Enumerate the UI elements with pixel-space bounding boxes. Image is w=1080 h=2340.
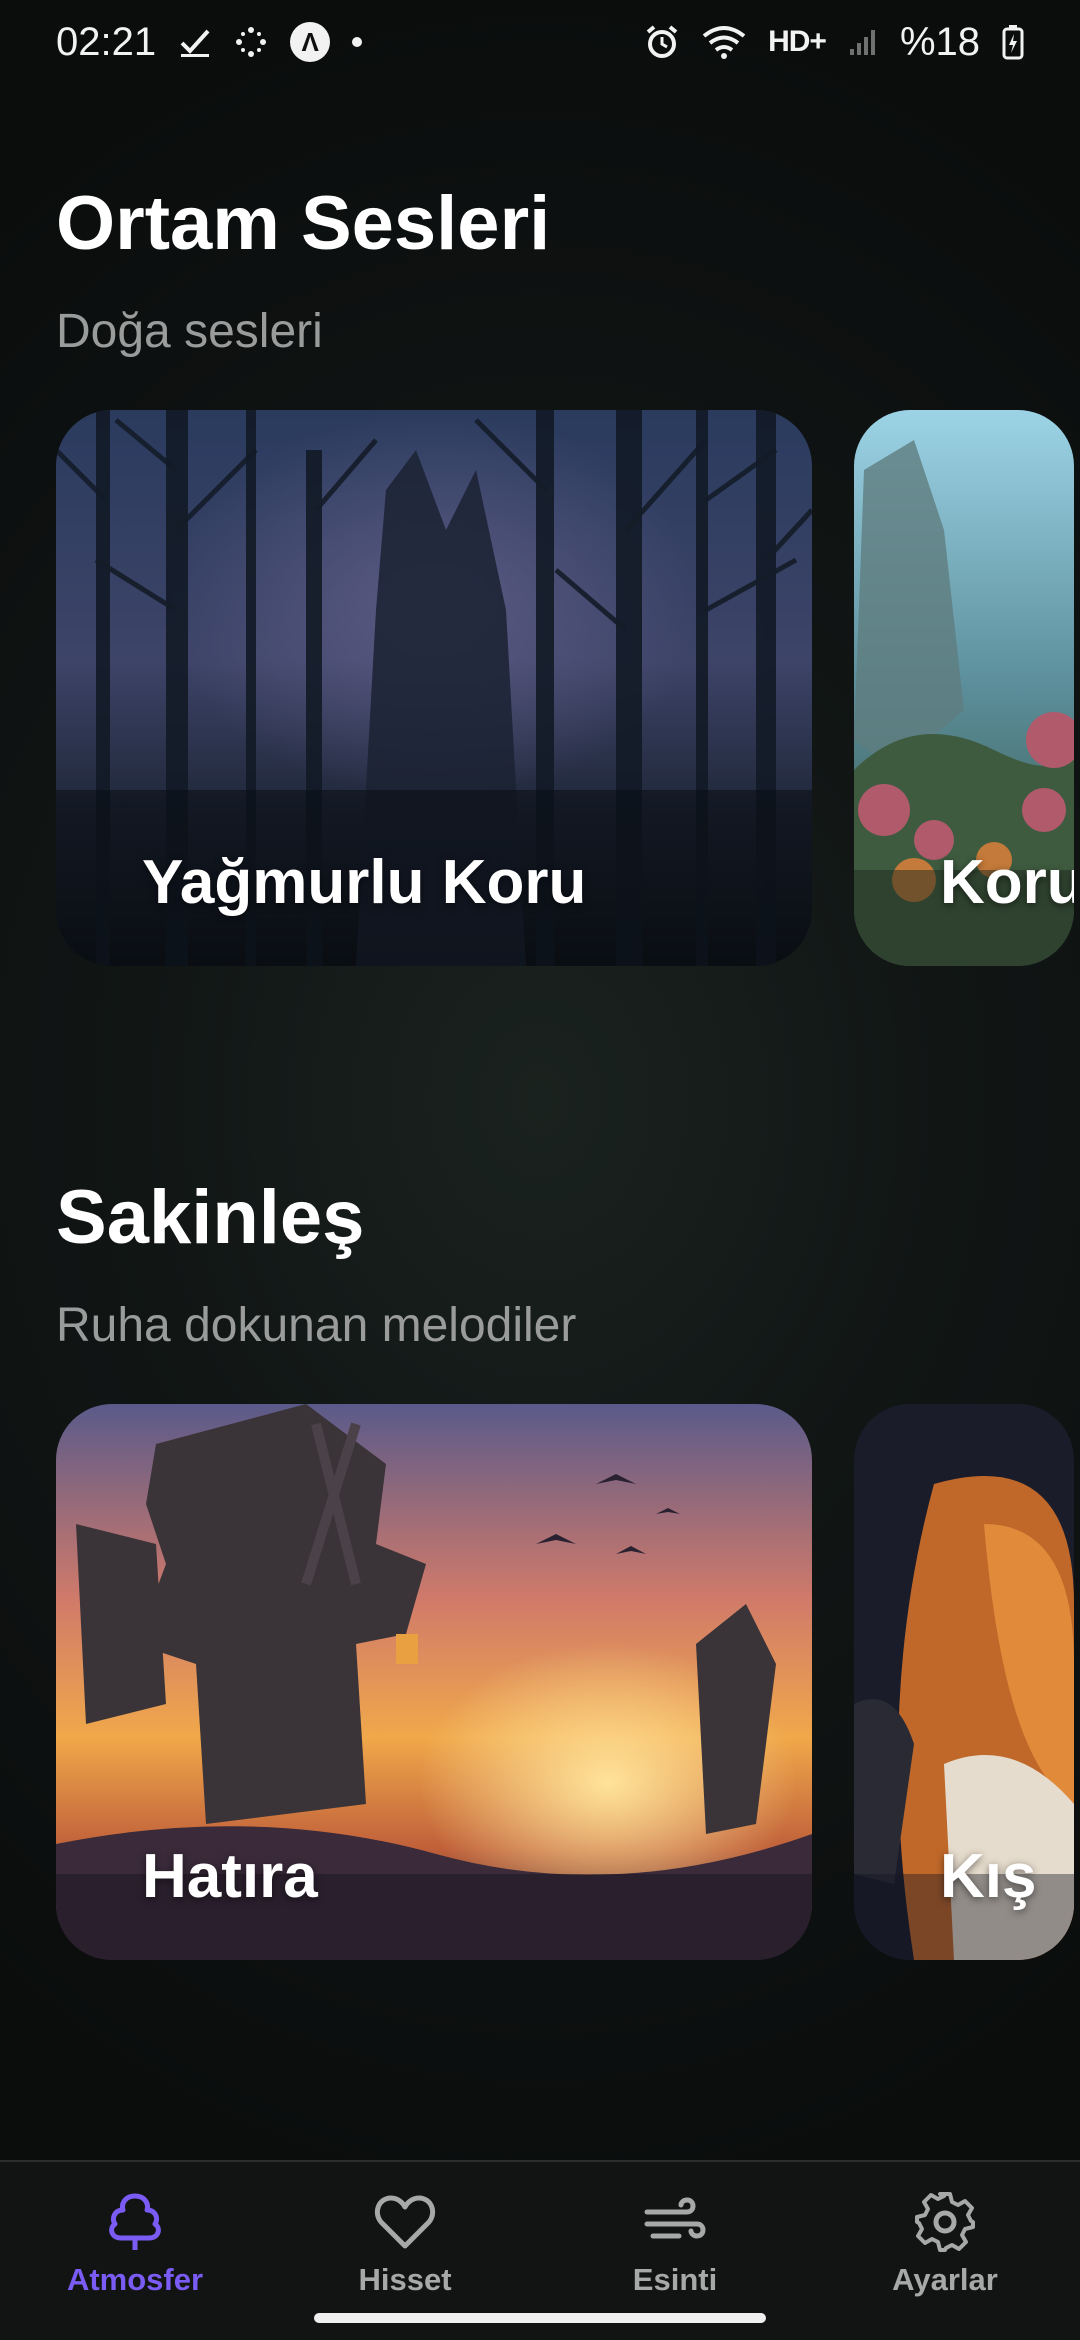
- battery-percent: %18: [899, 19, 980, 64]
- sparkle-icon: [234, 25, 268, 59]
- card-label: Yağmurlu Koru: [142, 848, 587, 917]
- nav-label: Atmosfer: [66, 2262, 204, 2297]
- heart-icon: [373, 2190, 437, 2254]
- section-title-sakinles: Sakinleş: [56, 1175, 365, 1260]
- dot-icon: [352, 37, 363, 47]
- sound-card-yagmurlu-koru[interactable]: Yağmurlu Koru: [56, 410, 812, 966]
- nav-item-atmosfer[interactable]: Atmosfer: [35, 2190, 235, 2298]
- wifi-icon: [702, 24, 746, 60]
- sound-card-kis[interactable]: Kış: [854, 1404, 1074, 1960]
- card-label: Koru: [940, 848, 1074, 917]
- wind-icon: [643, 2190, 707, 2254]
- section-title-ortam-sesleri: Ortam Sesleri: [56, 181, 551, 266]
- nav-item-ayarlar[interactable]: Ayarlar: [845, 2190, 1045, 2298]
- check-icon: [178, 25, 212, 59]
- status-time: 02:21: [56, 19, 157, 64]
- home-indicator[interactable]: [314, 2313, 766, 2323]
- nav-label: Esinti: [632, 2262, 718, 2297]
- nav-item-hisset[interactable]: Hisset: [305, 2190, 505, 2298]
- gear-icon: [913, 2190, 977, 2254]
- section-subtitle-doga-sesleri: Doğa sesleri: [56, 305, 323, 358]
- card-label: Kış: [940, 1842, 1037, 1911]
- tree-icon: [103, 2190, 167, 2254]
- nav-label: Ayarlar: [892, 2262, 998, 2297]
- status-bar: 02:21 Λ HD+ %18: [0, 0, 1080, 84]
- section-subtitle-ruha-dokunan: Ruha dokunan melodiler: [56, 1299, 577, 1352]
- status-left: 02:21 Λ: [56, 19, 363, 65]
- network-badge: HD+: [768, 25, 827, 58]
- sound-card-hatira[interactable]: Hatıra: [56, 1404, 812, 1960]
- nav-label: Hisset: [358, 2262, 452, 2297]
- alarm-icon: [644, 24, 680, 60]
- signal-icon: [848, 27, 878, 57]
- sound-card-koru[interactable]: Koru: [854, 410, 1074, 966]
- battery-charging-icon: [1002, 24, 1024, 60]
- status-right: HD+ %18: [644, 20, 1024, 65]
- app-a-icon: Λ: [290, 22, 331, 62]
- card-label: Hatıra: [142, 1842, 318, 1911]
- nav-item-esinti[interactable]: Esinti: [575, 2190, 775, 2298]
